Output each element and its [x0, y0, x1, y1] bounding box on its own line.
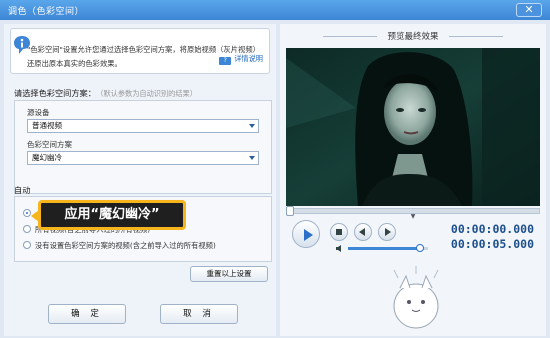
radio-button[interactable]: [23, 209, 31, 217]
stop-button[interactable]: [330, 223, 348, 241]
cancel-button[interactable]: 取 消: [160, 304, 238, 324]
playback-controls: 00:00:00.000 00:00:05.000: [286, 220, 540, 254]
radio-button[interactable]: [23, 241, 31, 249]
color-space-title: 请选择色彩空间方案： （默认参数为自动识别的结果）: [14, 87, 197, 99]
help-icon: ?: [219, 57, 232, 65]
details-link[interactable]: ? 详情说明: [219, 54, 263, 65]
seek-handle[interactable]: [286, 206, 294, 216]
color-space-group: 源设备 普通视频 色彩空间方案 魔幻幽冷: [14, 100, 272, 194]
info-box: "色彩空间"设置允许您通过选择色彩空间方案，将原始视频（灰片视频）还原出原本真实…: [10, 28, 270, 74]
current-time: 00:00:00.000: [450, 222, 534, 236]
radio-unset-label: 没有设置色彩空间方案的视频(含之前导入过的所有视频): [35, 241, 216, 250]
preview-title-text: 预览最终效果: [387, 32, 439, 42]
source-device-value: 普通视频: [32, 121, 62, 130]
tooltip-text: 应用“魔幻幽冷”: [64, 207, 160, 222]
color-space-title-text: 请选择色彩空间方案：: [14, 88, 96, 98]
details-link-label: 详情说明: [234, 54, 263, 63]
scheme-select[interactable]: 魔幻幽冷: [27, 151, 259, 165]
next-frame-button[interactable]: [378, 223, 396, 241]
source-device-select[interactable]: 普通视频: [27, 119, 259, 133]
auto-title: 自动: [14, 185, 31, 195]
radio-button[interactable]: [23, 225, 31, 233]
preview-title: 预览最终效果: [280, 30, 546, 42]
volume-icon[interactable]: [336, 245, 344, 252]
title-bar: 调色（色彩空间） ✕: [0, 0, 550, 20]
source-device-label: 源设备: [27, 108, 50, 117]
window-title: 调色（色彩空间）: [8, 7, 85, 17]
chevron-down-icon: [249, 156, 255, 160]
volume-handle[interactable]: [416, 244, 424, 252]
video-preview: [286, 48, 540, 206]
apply-tooltip: 应用“魔幻幽冷”: [31, 200, 186, 230]
preview-panel: 预览最终效果 ▼ 00:00:00.000 00:00:05.000: [280, 24, 546, 336]
volume-fill: [348, 247, 420, 250]
reset-button[interactable]: 重置以上设置: [190, 266, 268, 282]
play-button[interactable]: [292, 220, 320, 248]
total-time: 00:00:05.000: [450, 237, 534, 251]
tooltip-arrow: [31, 210, 39, 222]
scheme-label: 色彩空间方案: [27, 140, 72, 149]
settings-panel: "色彩空间"设置允许您通过选择色彩空间方案，将原始视频（灰片视频）还原出原本真实…: [4, 24, 276, 336]
scheme-value: 魔幻幽冷: [32, 153, 62, 162]
previous-frame-button[interactable]: [354, 223, 372, 241]
radio-unset-videos[interactable]: 没有设置色彩空间方案的视频(含之前导入过的所有视频): [23, 241, 216, 251]
color-space-hint: （默认参数为自动识别的结果）: [99, 89, 197, 98]
ok-button[interactable]: 确 定: [48, 304, 126, 324]
close-button[interactable]: ✕: [516, 3, 542, 17]
chevron-down-icon: [249, 124, 255, 128]
mascot-illustration: [393, 266, 439, 329]
volume-slider[interactable]: [348, 244, 428, 252]
